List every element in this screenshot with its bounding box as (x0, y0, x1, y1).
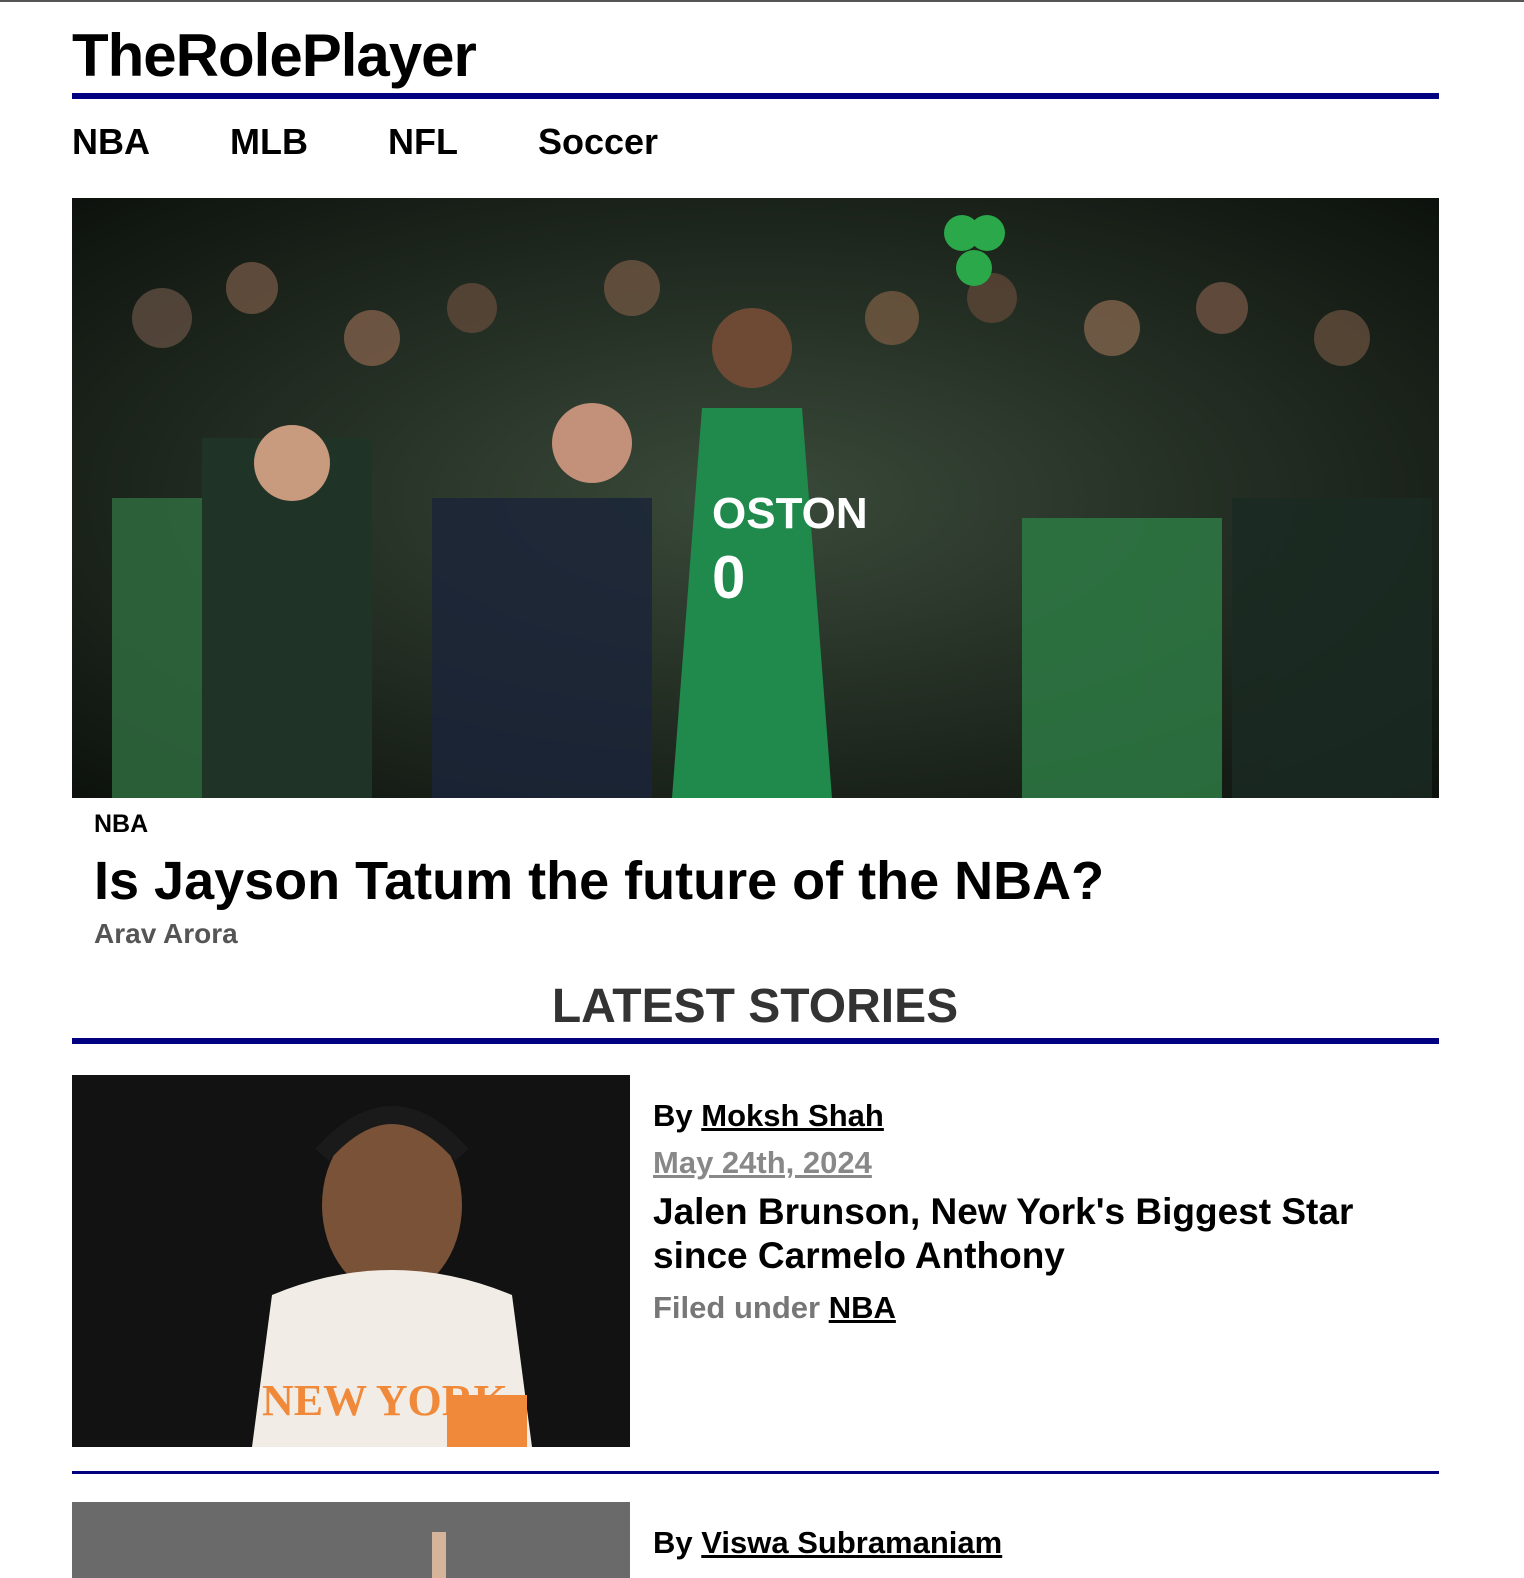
knicks-player-illustration: NEW YORK (72, 1075, 630, 1447)
main-nav: NBA MLB NFL Soccer (72, 120, 738, 164)
byline-prefix: By (653, 1098, 693, 1133)
header-divider (72, 93, 1439, 99)
story-filed-under: Filed under NBA (653, 1290, 896, 1326)
hero-photo-illustration: OSTON 0 (72, 198, 1439, 798)
site-title[interactable]: TheRolePlayer (72, 22, 477, 90)
story-author-link[interactable]: Viswa Subramaniam (701, 1525, 1002, 1560)
story-headline[interactable]: Jalen Brunson, New York's Biggest Star s… (653, 1190, 1413, 1278)
story-thumbnail[interactable]: NEW YORK (72, 1075, 630, 1447)
byline-prefix: By (653, 1525, 693, 1560)
hero-image[interactable]: OSTON 0 (72, 198, 1439, 798)
nav-item-nfl[interactable]: NFL (388, 120, 458, 164)
hero-author[interactable]: Arav Arora (94, 918, 238, 950)
nav-item-mlb[interactable]: MLB (230, 120, 308, 164)
filed-prefix: Filed under (653, 1290, 821, 1325)
story-category-link[interactable]: NBA (829, 1290, 896, 1325)
story-date[interactable]: May 24th, 2024 (653, 1145, 872, 1181)
window-top-border (0, 0, 1524, 2)
hero-category-tag[interactable]: NBA (94, 810, 148, 839)
nav-item-nba[interactable]: NBA (72, 120, 150, 164)
svg-text:0: 0 (712, 544, 745, 611)
story-divider (72, 1471, 1439, 1474)
nav-item-soccer[interactable]: Soccer (538, 120, 658, 164)
hero-headline[interactable]: Is Jayson Tatum the future of the NBA? (94, 848, 1104, 914)
svg-text:OSTON: OSTON (712, 489, 868, 538)
story-thumbnail[interactable] (72, 1502, 630, 1578)
latest-stories-heading: LATEST STORIES (551, 980, 959, 1033)
story-byline: By Viswa Subramaniam (653, 1525, 1002, 1561)
story-byline: By Moksh Shah (653, 1098, 884, 1134)
latest-stories-divider (72, 1038, 1439, 1044)
basketball-player-illustration (72, 1502, 630, 1578)
story-author-link[interactable]: Moksh Shah (701, 1098, 884, 1133)
